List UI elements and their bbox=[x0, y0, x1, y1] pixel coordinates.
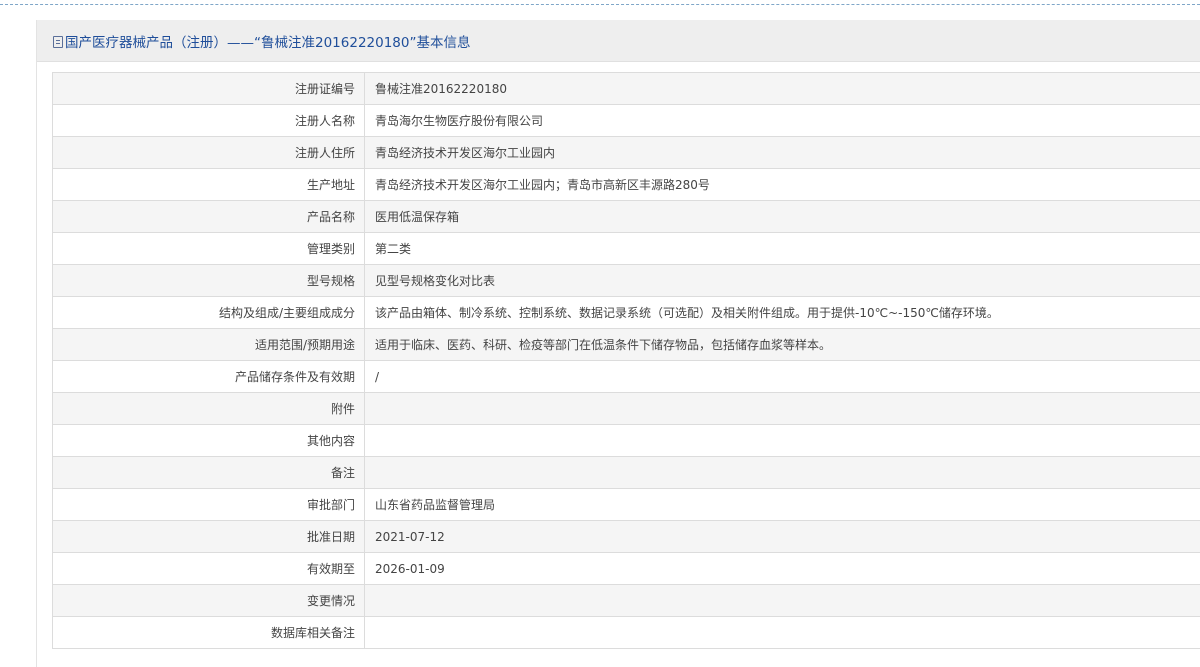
table-row: 产品名称 医用低温保存箱 bbox=[52, 200, 1200, 233]
field-label: 数据库相关备注 bbox=[52, 616, 365, 649]
field-label: 适用范围/预期用途 bbox=[52, 328, 365, 361]
table-row: 结构及组成/主要组成成分 该产品由箱体、制冷系统、控制系统、数据记录系统（可选配）… bbox=[52, 296, 1200, 329]
table-row: 数据库相关备注 bbox=[52, 616, 1200, 649]
field-label: 注册人住所 bbox=[52, 136, 365, 169]
field-value bbox=[364, 392, 1200, 425]
field-label: 附件 bbox=[52, 392, 365, 425]
field-value bbox=[364, 456, 1200, 489]
info-table: 注册证编号 鲁械注准20162220180 注册人名称 青岛海尔生物医疗股份有限公司注… bbox=[52, 72, 1200, 649]
table-row: 备注 bbox=[52, 456, 1200, 489]
field-label: 型号规格 bbox=[52, 264, 365, 297]
table-row: 有效期至 2026-01-09 bbox=[52, 552, 1200, 585]
field-label: 产品储存条件及有效期 bbox=[52, 360, 365, 393]
field-label: 结构及组成/主要组成成分 bbox=[52, 296, 365, 329]
table-row: 适用范围/预期用途 适用于临床、医药、科研、检疫等部门在低温条件下储存物品，包括储… bbox=[52, 328, 1200, 361]
field-value bbox=[364, 424, 1200, 457]
field-value: 适用于临床、医药、科研、检疫等部门在低温条件下储存物品，包括储存血浆等样本。 bbox=[364, 328, 1200, 361]
field-label: 注册证编号 bbox=[52, 72, 365, 105]
field-value: 青岛经济技术开发区海尔工业园内 bbox=[364, 136, 1200, 169]
page-title: 国产医疗器械产品（注册）——“鲁械注准20162220180”基本信息 bbox=[65, 34, 471, 51]
field-label: 变更情况 bbox=[52, 584, 365, 617]
table-row: 管理类别 第二类 bbox=[52, 232, 1200, 265]
table-row: 产品储存条件及有效期 / bbox=[52, 360, 1200, 393]
field-value: 青岛海尔生物医疗股份有限公司 bbox=[364, 104, 1200, 137]
field-value: 2021-07-12 bbox=[364, 520, 1200, 553]
table-row: 批准日期 2021-07-12 bbox=[52, 520, 1200, 553]
table-row: 注册证编号 鲁械注准20162220180 bbox=[52, 72, 1200, 105]
table-row: 其他内容 bbox=[52, 424, 1200, 457]
field-value: 鲁械注准20162220180 bbox=[364, 72, 1200, 105]
field-label: 其他内容 bbox=[52, 424, 365, 457]
table-row: 生产地址 青岛经济技术开发区海尔工业园内；青岛市高新区丰源路280号 bbox=[52, 168, 1200, 201]
field-label: 管理类别 bbox=[52, 232, 365, 265]
panel-header: 国产医疗器械产品（注册）——“鲁械注准20162220180”基本信息 bbox=[37, 20, 1200, 62]
table-row: 型号规格 见型号规格变化对比表 bbox=[52, 264, 1200, 297]
field-value: 青岛经济技术开发区海尔工业园内；青岛市高新区丰源路280号 bbox=[364, 168, 1200, 201]
field-value: 第二类 bbox=[364, 232, 1200, 265]
table-row: 变更情况 bbox=[52, 584, 1200, 617]
field-label: 备注 bbox=[52, 456, 365, 489]
field-value: 该产品由箱体、制冷系统、控制系统、数据记录系统（可选配）及相关附件组成。用于提供… bbox=[364, 296, 1200, 329]
field-label: 批准日期 bbox=[52, 520, 365, 553]
field-label: 审批部门 bbox=[52, 488, 365, 521]
document-icon bbox=[53, 35, 63, 48]
top-dashed-divider bbox=[0, 0, 1200, 5]
field-label: 产品名称 bbox=[52, 200, 365, 233]
field-value: 见型号规格变化对比表 bbox=[364, 264, 1200, 297]
field-value: / bbox=[364, 360, 1200, 393]
table-row: 注册人名称 青岛海尔生物医疗股份有限公司 bbox=[52, 104, 1200, 137]
field-label: 注册人名称 bbox=[52, 104, 365, 137]
info-table-body: 注册证编号 鲁械注准20162220180 注册人名称 青岛海尔生物医疗股份有限公司注… bbox=[52, 72, 1200, 649]
field-value: 2026-01-09 bbox=[364, 552, 1200, 585]
field-value bbox=[364, 584, 1200, 617]
detail-panel: 国产医疗器械产品（注册）——“鲁械注准20162220180”基本信息 注册证编… bbox=[36, 20, 1200, 667]
field-value: 山东省药品监督管理局 bbox=[364, 488, 1200, 521]
field-label: 生产地址 bbox=[52, 168, 365, 201]
field-value: 医用低温保存箱 bbox=[364, 200, 1200, 233]
table-row: 附件 bbox=[52, 392, 1200, 425]
field-value bbox=[364, 616, 1200, 649]
table-row: 注册人住所 青岛经济技术开发区海尔工业园内 bbox=[52, 136, 1200, 169]
table-row: 审批部门 山东省药品监督管理局 bbox=[52, 488, 1200, 521]
field-label: 有效期至 bbox=[52, 552, 365, 585]
